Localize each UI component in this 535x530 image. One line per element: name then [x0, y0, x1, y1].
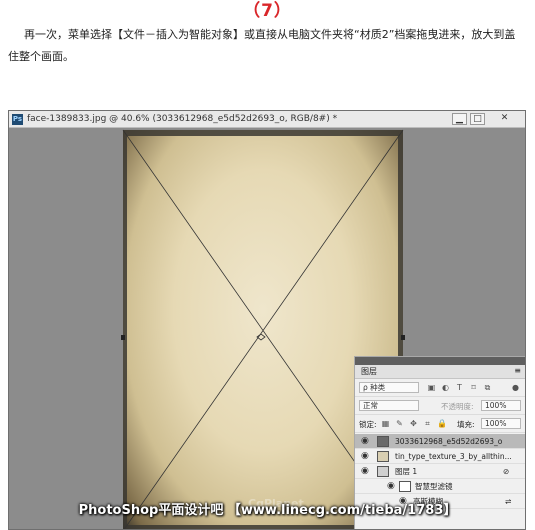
kind-filter-dropdown[interactable]: ρ 种类 [359, 382, 419, 393]
layer-row[interactable]: ◉ 智慧型滤镜 [355, 479, 525, 494]
lock-row: 锁定: ▦ ✎ ✥ ⌗ 🔒 填充: 100% [355, 415, 525, 433]
layer-row[interactable]: ◉ 3033612968_e5d52d2693_o [355, 434, 525, 449]
tab-layers-label: 图层 [361, 367, 377, 376]
layer-row[interactable]: ◉ tin_type_texture_3_by_allthin... [355, 449, 525, 464]
step-number: （7） [243, 1, 292, 21]
blend-row: 正常 不透明度: 100% [355, 397, 525, 415]
smart-object-filter-icon[interactable]: ⧉ [483, 383, 492, 392]
close-button[interactable]: ✕ [497, 113, 512, 125]
transform-handle[interactable] [401, 335, 405, 340]
blend-mode-dropdown[interactable]: 正常 [359, 400, 419, 411]
restore-icon: □ [473, 114, 482, 124]
filter-row: ρ 种类 ▣ ◐ T ⌑ ⧉ ● [355, 379, 525, 397]
panel-menu-icon[interactable]: ≡ [514, 366, 521, 375]
pixel-filter-icon[interactable]: ▣ [427, 383, 436, 392]
lock-pixels-icon[interactable]: ✎ [395, 419, 404, 428]
restore-button[interactable]: □ [470, 113, 485, 125]
fill-label: 填充: [457, 420, 475, 429]
document-titlebar[interactable]: Ps face-1389833.jpg @ 40.6% (3033612968_… [9, 111, 525, 128]
minimize-icon: ▁ [456, 114, 463, 124]
layer-row[interactable]: ◉ 图层 1 ⊘ [355, 464, 525, 479]
visibility-eye-icon[interactable]: ◉ [387, 482, 397, 491]
adjustment-filter-icon[interactable]: ◐ [441, 383, 450, 392]
filter-toggle-icon[interactable]: ● [511, 383, 520, 392]
photoshop-logo-icon: Ps [12, 114, 23, 125]
shape-filter-icon[interactable]: ⌑ [469, 383, 478, 392]
type-filter-icon[interactable]: T [455, 383, 464, 392]
lock-label: 锁定: [359, 420, 377, 429]
opacity-label: 不透明度: [441, 402, 474, 411]
lock-artboard-icon[interactable]: ⌗ [423, 419, 432, 428]
layer-name: 图层 1 [395, 467, 418, 476]
visibility-eye-icon[interactable]: ◉ [361, 467, 371, 476]
layer-name: 智慧型滤镜 [415, 482, 453, 491]
canvas-area[interactable]: 图层 ≡ ρ 种类 ▣ ◐ T ⌑ ⧉ ● 正常 不透明度: 100% 锁定: … [9, 128, 525, 529]
smart-object-thumbnail [377, 436, 389, 447]
panel-header-bar[interactable] [355, 357, 525, 365]
tab-layers[interactable]: 图层 ≡ [355, 365, 525, 379]
lock-transparency-icon[interactable]: ▦ [381, 419, 390, 428]
minimize-button[interactable]: ▁ [452, 113, 467, 125]
layer-name: 3033612968_e5d52d2693_o [395, 437, 503, 446]
visibility-eye-icon[interactable]: ◉ [361, 437, 371, 446]
layer-name: tin_type_texture_3_by_allthin... [395, 452, 512, 461]
lock-position-icon[interactable]: ✥ [409, 419, 418, 428]
smart-filter-badge-icon[interactable]: ⊘ [503, 464, 509, 479]
layer-thumbnail [377, 451, 389, 462]
visibility-eye-icon[interactable]: ◉ [361, 452, 371, 461]
lock-all-icon[interactable]: 🔒 [437, 419, 447, 428]
watermark-text: PhotoShop平面设计吧 【www.linecg.com/tieba/178… [78, 503, 457, 518]
instruction-text: 再一次，菜单选择【文件－插入为智能对象】或直接从电脑文件夹将“材质2”档案拖曳进… [8, 28, 516, 63]
fill-field[interactable]: 100% [481, 418, 521, 429]
layer-thumbnail [377, 466, 389, 477]
photoshop-document-window: Ps face-1389833.jpg @ 40.6% (3033612968_… [8, 110, 526, 530]
filter-mask-thumbnail [399, 481, 411, 492]
document-title: face-1389833.jpg @ 40.6% (3033612968_e5d… [27, 114, 338, 124]
transform-handle[interactable] [121, 335, 125, 340]
opacity-field[interactable]: 100% [481, 400, 521, 411]
close-icon: ✕ [500, 113, 509, 123]
